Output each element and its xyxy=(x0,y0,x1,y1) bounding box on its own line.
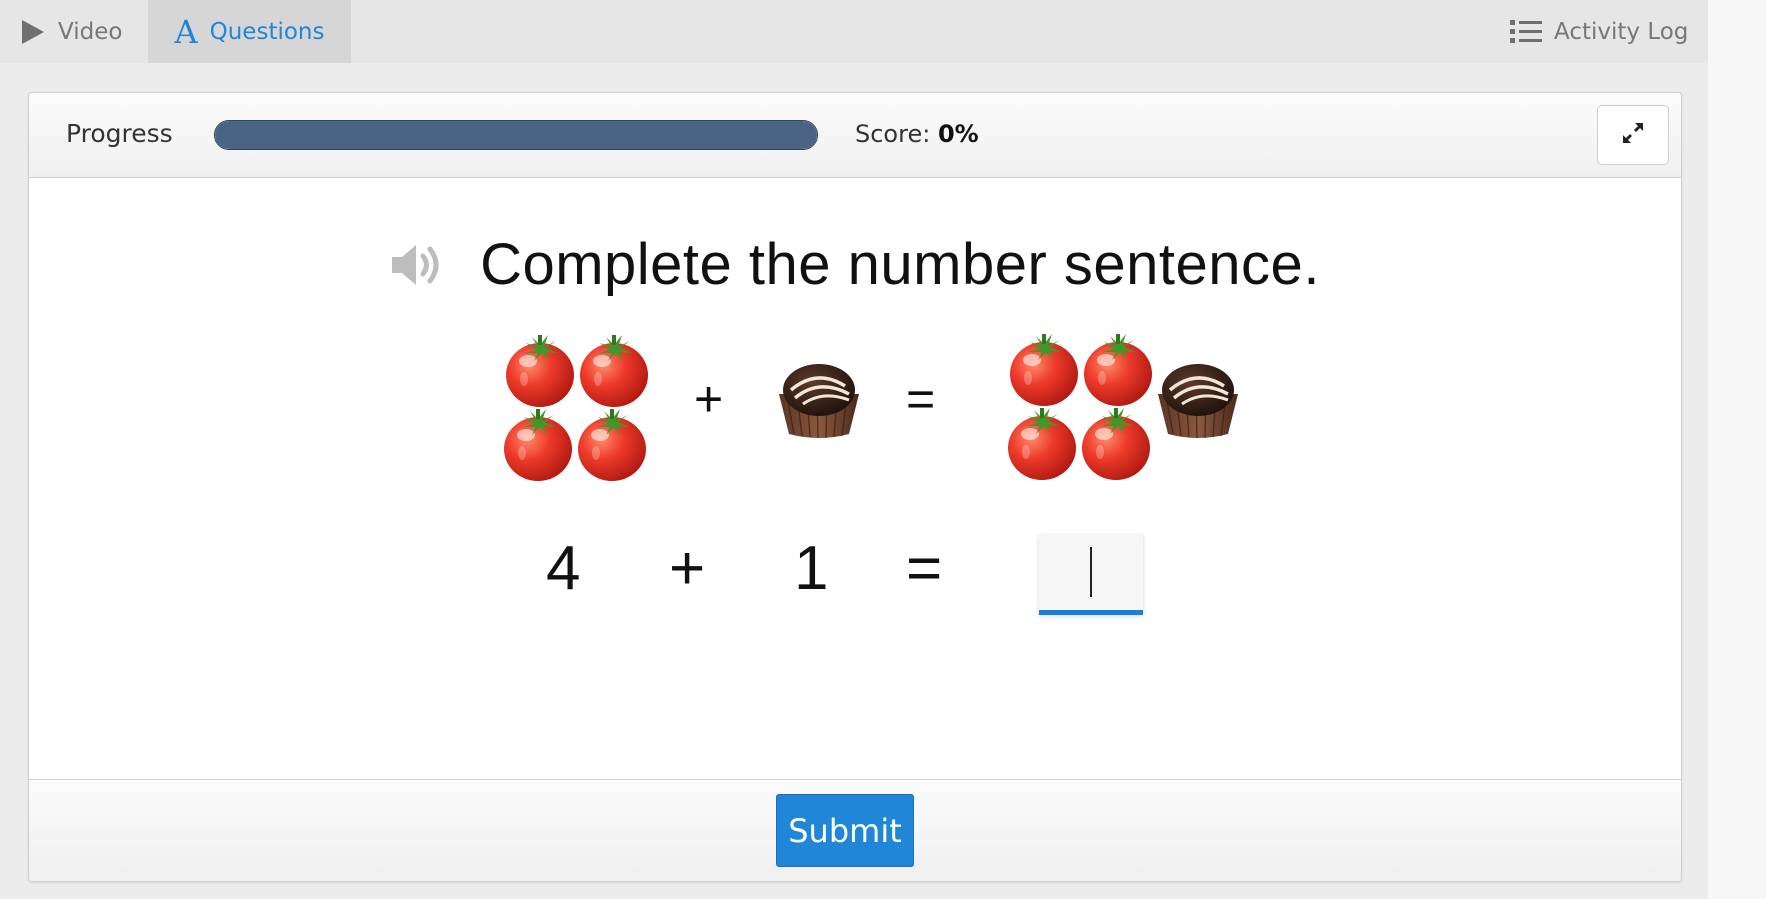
tab-questions[interactable]: A Questions xyxy=(148,0,351,63)
letter-a-icon: A xyxy=(174,12,198,51)
picture-plus-sign: + xyxy=(694,371,724,427)
number-equals-sign: = xyxy=(906,534,943,603)
addend-a: 4 xyxy=(546,534,581,603)
right-margin xyxy=(1708,0,1766,899)
number-sentence: 4 + 1 = xyxy=(29,533,1681,633)
progress-bar xyxy=(214,120,818,150)
question-card: Progress Score: 0% Complete the number s… xyxy=(28,92,1682,882)
number-plus-sign: + xyxy=(669,534,706,603)
tomato-image xyxy=(580,335,648,407)
tomato-image xyxy=(578,409,646,481)
submit-button[interactable]: Submit xyxy=(776,794,914,867)
expand-button[interactable] xyxy=(1597,105,1669,165)
list-icon xyxy=(1510,19,1542,45)
picture-equals-sign: = xyxy=(906,371,936,427)
page: Video A Questions Activity Log Progress … xyxy=(0,0,1766,899)
tab-questions-label: Questions xyxy=(209,18,325,45)
tomato-image xyxy=(1082,408,1150,480)
tomato-image xyxy=(504,409,572,481)
progress-bar-fill xyxy=(215,121,817,149)
tab-video-label: Video xyxy=(58,18,123,45)
tab-activity-log-label: Activity Log xyxy=(1554,18,1689,45)
addend-b: 1 xyxy=(794,534,829,603)
top-tab-bar: Video A Questions Activity Log xyxy=(0,0,1708,63)
text-cursor xyxy=(1090,547,1092,597)
score-label: Score: xyxy=(855,120,931,148)
tomato-image xyxy=(1084,334,1152,406)
score: Score: 0% xyxy=(855,120,979,148)
tab-video[interactable]: Video xyxy=(20,0,122,63)
score-value: 0% xyxy=(937,120,979,148)
card-footer: Submit xyxy=(29,779,1681,881)
tab-activity-log[interactable]: Activity Log xyxy=(1510,0,1688,63)
progress-label: Progress xyxy=(66,119,173,148)
play-icon xyxy=(20,19,46,45)
tomato-image xyxy=(1010,334,1078,406)
expand-icon xyxy=(1620,120,1646,150)
picture-equation: + = xyxy=(29,330,1681,490)
question-heading: Complete the number sentence. xyxy=(29,231,1681,298)
speaker-icon[interactable] xyxy=(390,241,446,289)
chocolate-image xyxy=(1156,362,1240,440)
progress-header: Progress Score: 0% xyxy=(29,93,1681,178)
tomato-image xyxy=(1008,408,1076,480)
chocolate-image xyxy=(777,362,861,440)
tomato-image xyxy=(506,335,574,407)
question-title: Complete the number sentence. xyxy=(480,232,1320,297)
